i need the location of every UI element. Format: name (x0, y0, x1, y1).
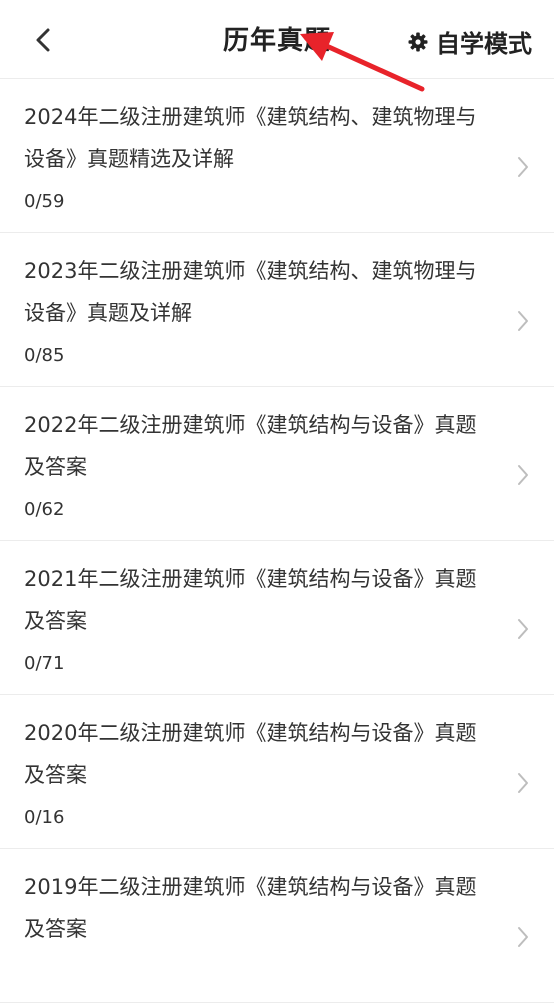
list-item[interactable]: 2024年二级注册建筑师《建筑结构、建筑物理与设备》真题精选及详解 0/59 (0, 79, 554, 233)
gear-icon (408, 32, 428, 52)
top-bar: 历年真题 自学模式 (0, 0, 554, 79)
self-study-mode-button[interactable]: 自学模式 (408, 24, 532, 59)
progress-count: 0/59 (24, 191, 65, 212)
list-item[interactable]: 2020年二级注册建筑师《建筑结构与设备》真题及答案 0/16 (0, 695, 554, 849)
list-item[interactable]: 2019年二级注册建筑师《建筑结构与设备》真题及答案 (0, 849, 554, 1003)
exam-title: 2023年二级注册建筑师《建筑结构、建筑物理与设备》真题及详解 (24, 259, 477, 325)
chevron-right-icon (518, 927, 528, 947)
chevron-right-icon (518, 773, 528, 793)
chevron-right-icon (518, 465, 528, 485)
exam-title: 2019年二级注册建筑师《建筑结构与设备》真题及答案 (24, 875, 477, 941)
progress-count: 0/85 (24, 345, 65, 366)
progress-count: 0/62 (24, 499, 65, 520)
exam-title: 2022年二级注册建筑师《建筑结构与设备》真题及答案 (24, 413, 477, 479)
chevron-right-icon (518, 157, 528, 177)
self-study-mode-label: 自学模式 (436, 30, 532, 58)
chevron-right-icon (518, 311, 528, 331)
exam-title: 2024年二级注册建筑师《建筑结构、建筑物理与设备》真题精选及详解 (24, 105, 477, 171)
list-item[interactable]: 2021年二级注册建筑师《建筑结构与设备》真题及答案 0/71 (0, 541, 554, 695)
list-item[interactable]: 2022年二级注册建筑师《建筑结构与设备》真题及答案 0/62 (0, 387, 554, 541)
chevron-right-icon (518, 619, 528, 639)
exam-title: 2021年二级注册建筑师《建筑结构与设备》真题及答案 (24, 567, 477, 633)
progress-count: 0/71 (24, 653, 65, 674)
exam-list: 2024年二级注册建筑师《建筑结构、建筑物理与设备》真题精选及详解 0/59 202… (0, 79, 554, 1003)
progress-count: 0/16 (24, 807, 65, 828)
list-item[interactable]: 2023年二级注册建筑师《建筑结构、建筑物理与设备》真题及详解 0/85 (0, 233, 554, 387)
exam-title: 2020年二级注册建筑师《建筑结构与设备》真题及答案 (24, 721, 477, 787)
